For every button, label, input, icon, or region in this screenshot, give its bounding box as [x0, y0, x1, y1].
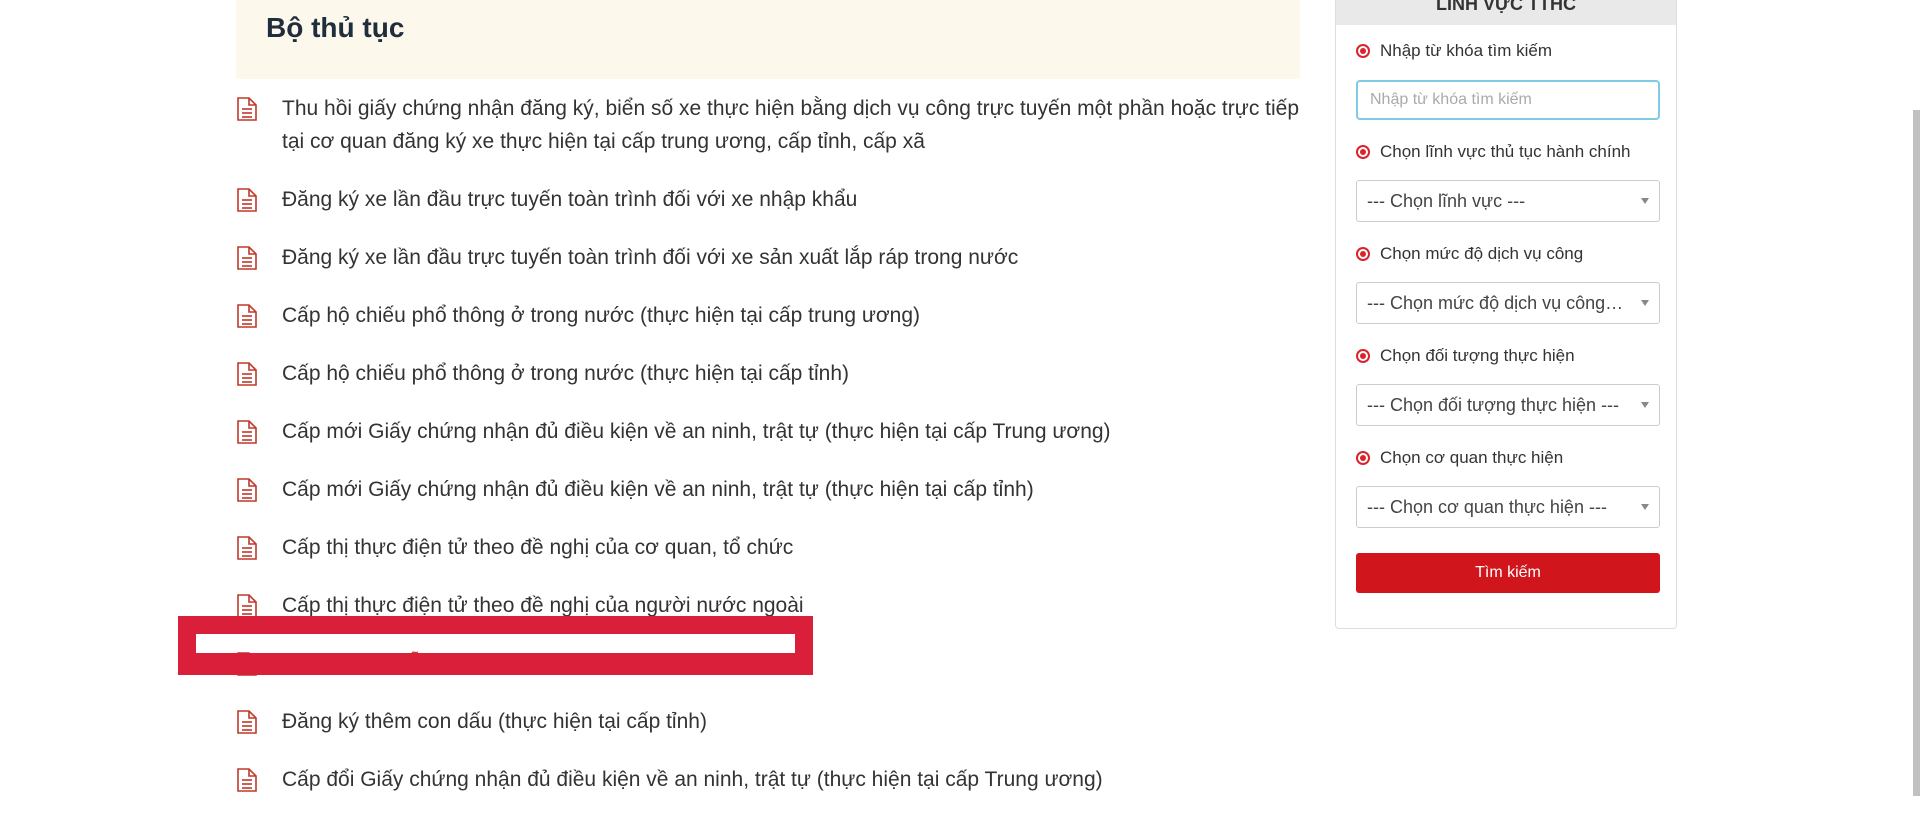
chevron-down-icon	[1641, 402, 1649, 408]
document-icon	[237, 97, 257, 121]
section-header: Bộ thủ tục	[236, 0, 1300, 79]
chevron-down-icon	[1641, 504, 1649, 510]
target-select[interactable]: --- Chọn đối tượng thực hiện ---	[1356, 384, 1660, 426]
document-icon	[237, 420, 257, 444]
procedure-link[interactable]: Thu hồi giấy chứng nhận đăng ký, biển số…	[282, 97, 1299, 153]
target-label-text: Chọn đối tượng thực hiện	[1380, 346, 1575, 365]
keyword-label: Nhập từ khóa tìm kiếm	[1356, 41, 1552, 61]
filter-panel: LĨNH VỰC TTHC Nhập từ khóa tìm kiếm Chọn…	[1335, 0, 1677, 629]
keyword-label-text: Nhập từ khóa tìm kiếm	[1380, 41, 1553, 60]
field-select[interactable]: --- Chọn lĩnh vực ---	[1356, 180, 1660, 222]
procedure-item[interactable]: Cấp thị thực điện tử theo đề nghị của cơ…	[236, 531, 1300, 564]
chevron-down-icon	[1641, 198, 1649, 204]
procedure-item[interactable]: Cấp hộ chiếu phổ thông ở trong nước (thự…	[236, 357, 1300, 390]
page-title: Bộ thủ tục	[266, 12, 405, 43]
radio-icon[interactable]	[1356, 349, 1370, 363]
procedure-item[interactable]: Đăng ký xe lần đầu trực tuyến toàn trình…	[236, 241, 1300, 274]
document-icon	[237, 768, 257, 792]
field-label-text: Chọn lĩnh vực thủ tục hành chính	[1380, 142, 1631, 161]
document-icon	[237, 362, 257, 386]
procedure-link[interactable]: Cấp thị thực điện tử theo đề nghị của cơ…	[282, 536, 793, 559]
target-label: Chọn đối tượng thực hiện	[1356, 346, 1575, 366]
level-label-text: Chọn mức độ dịch vụ công	[1380, 244, 1584, 263]
document-icon	[237, 246, 257, 270]
agency-select-value: --- Chọn cơ quan thực hiện ---	[1367, 497, 1607, 517]
procedure-list: Thu hồi giấy chứng nhận đăng ký, biển số…	[236, 92, 1300, 821]
procedure-link[interactable]: Cấp hộ chiếu phổ thông ở trong nước (thự…	[282, 362, 849, 385]
agency-select[interactable]: --- Chọn cơ quan thực hiện ---	[1356, 486, 1660, 528]
chevron-down-icon	[1641, 300, 1649, 306]
document-icon	[237, 478, 257, 502]
search-input[interactable]	[1356, 80, 1660, 120]
procedure-link[interactable]: Cấp mới Giấy chứng nhận đủ điều kiện về …	[282, 420, 1111, 443]
procedure-link[interactable]: Đăng ký lại mẫu con dấu (thực hiện tại c…	[282, 652, 728, 675]
radio-icon[interactable]	[1356, 247, 1370, 261]
document-icon	[237, 652, 257, 676]
procedure-link[interactable]: Đăng ký xe lần đầu trực tuyến toàn trình…	[282, 246, 1018, 269]
panel-title: LĨNH VỰC TTHC	[1436, 0, 1576, 14]
search-button[interactable]: Tìm kiếm	[1356, 553, 1660, 593]
procedure-link[interactable]: Cấp mới Giấy chứng nhận đủ điều kiện về …	[282, 478, 1034, 501]
procedure-link[interactable]: Đăng ký xe lần đầu trực tuyến toàn trình…	[282, 188, 857, 211]
document-icon	[237, 594, 257, 618]
procedure-item-highlighted[interactable]: Đăng ký lại mẫu con dấu (thực hiện tại c…	[236, 647, 1300, 680]
document-icon	[237, 304, 257, 328]
radio-icon[interactable]	[1356, 145, 1370, 159]
agency-label: Chọn cơ quan thực hiện	[1356, 448, 1563, 468]
document-icon	[237, 710, 257, 734]
level-label: Chọn mức độ dịch vụ công	[1356, 244, 1583, 264]
procedure-link[interactable]: Đăng ký thêm con dấu (thực hiện tại cấp …	[282, 710, 707, 733]
field-select-value: --- Chọn lĩnh vực ---	[1367, 191, 1526, 211]
page-scrollbar[interactable]	[1913, 110, 1920, 796]
panel-header: LĨNH VỰC TTHC	[1336, 0, 1676, 25]
procedure-item[interactable]: Cấp đổi Giấy chứng nhận đủ điều kiện về …	[236, 763, 1300, 796]
procedure-item[interactable]: Cấp mới Giấy chứng nhận đủ điều kiện về …	[236, 473, 1300, 506]
target-select-value: --- Chọn đối tượng thực hiện ---	[1367, 395, 1619, 415]
procedure-item[interactable]: Thu hồi giấy chứng nhận đăng ký, biển số…	[236, 92, 1300, 158]
procedure-item[interactable]: Cấp hộ chiếu phổ thông ở trong nước (thự…	[236, 299, 1300, 332]
radio-icon[interactable]	[1356, 451, 1370, 465]
document-icon	[237, 536, 257, 560]
level-select-value: --- Chọn mức độ dịch vụ công ---	[1367, 293, 1629, 313]
procedure-link[interactable]: Cấp thị thực điện tử theo đề nghị của ng…	[282, 594, 804, 617]
radio-icon[interactable]	[1356, 44, 1370, 58]
procedure-item[interactable]: Đăng ký xe lần đầu trực tuyến toàn trình…	[236, 183, 1300, 216]
procedure-item[interactable]: Đăng ký thêm con dấu (thực hiện tại cấp …	[236, 705, 1300, 738]
document-icon	[237, 188, 257, 212]
level-select[interactable]: --- Chọn mức độ dịch vụ công ---	[1356, 282, 1660, 324]
field-label: Chọn lĩnh vực thủ tục hành chính	[1356, 142, 1630, 162]
procedure-item[interactable]: Cấp mới Giấy chứng nhận đủ điều kiện về …	[236, 415, 1300, 448]
agency-label-text: Chọn cơ quan thực hiện	[1380, 448, 1564, 467]
procedure-item[interactable]: Cấp thị thực điện tử theo đề nghị của ng…	[236, 589, 1300, 622]
procedure-link[interactable]: Cấp hộ chiếu phổ thông ở trong nước (thự…	[282, 304, 920, 327]
procedure-link[interactable]: Cấp đổi Giấy chứng nhận đủ điều kiện về …	[282, 768, 1103, 791]
